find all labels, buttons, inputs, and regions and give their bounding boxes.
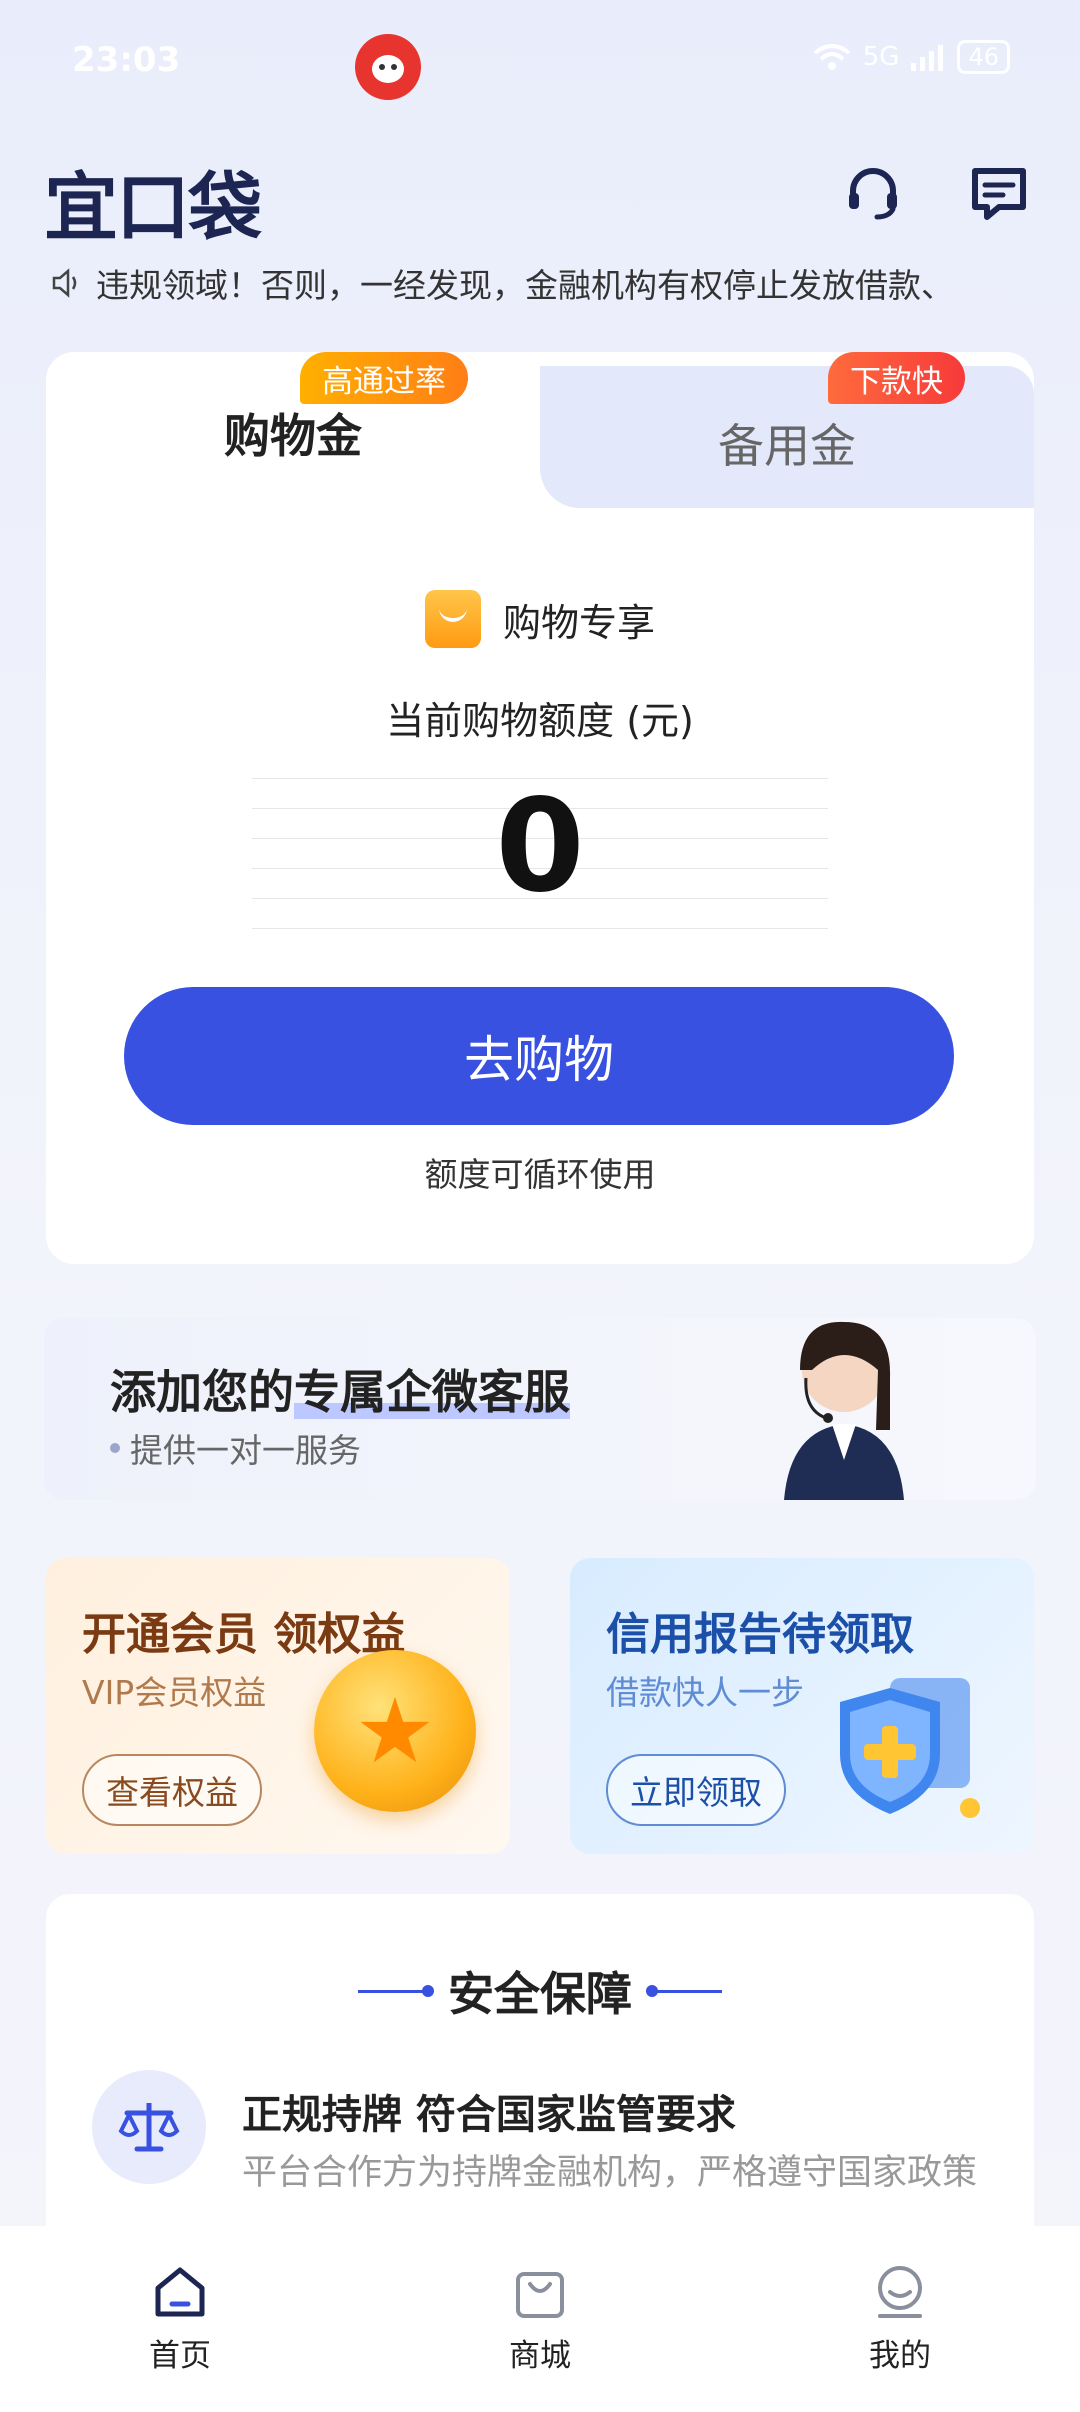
vip-subtitle: VIP会员权益 [82,1673,267,1712]
nav-mall[interactable]: 商城 [360,2226,720,2412]
network-label: 5G [862,42,900,72]
service-subtitle: 提供一对一服务 [130,1431,361,1470]
status-time: 23:03 [72,40,181,80]
customer-service-icon[interactable] [840,160,906,226]
gold-star-coin-icon: ★ [314,1650,476,1812]
credit-report-subtitle: 借款快人一步 [606,1673,804,1712]
safety-title-row: 安全保障 [46,1958,1034,2024]
app-notification-icon [355,34,421,100]
service-subtitle-row: 提供一对一服务 [110,1424,361,1472]
quota-label: 当前购物额度 (元) [386,699,694,743]
notice-marquee[interactable]: 违规领域！否则，一经发现，金融机构有权停止发放借款、 [50,258,1030,308]
tab-shopping-gold[interactable]: 购物金 [46,400,540,466]
safety-section: 安全保障 正规持牌 符合国家监管要求 平台合作方为持牌金融机构，严格遵守国家政策 [46,1894,1034,2254]
service-title-prefix: 添加您的 [110,1365,294,1419]
title-decoration-right [646,1984,722,1997]
battery-icon: 46 [957,40,1010,74]
app-logo: 宜口袋 [44,165,262,251]
shield-plus-icon [840,1678,980,1818]
wecom-service-banner[interactable]: 添加您的专属企微客服 提供一对一服务 [44,1318,1036,1500]
customer-agent-avatar [784,1321,904,1500]
bullet-dot [110,1443,120,1453]
nav-mine-label: 我的 [869,2338,931,2374]
status-indicators: 5G 46 [813,40,1010,74]
tab-reserve-fund[interactable]: 备用金 [540,410,1034,476]
vip-promo-card[interactable]: 开通会员 领权益 VIP会员权益 查看权益 ★ [46,1558,510,1854]
notice-text: 违规领域！否则，一经发现，金融机构有权停止发放借款、 [96,266,954,305]
vip-title: 开通会员 领权益 [82,1609,406,1660]
credit-report-title: 信用报告待领取 [606,1609,914,1660]
quota-amount: 0 [495,772,585,921]
nav-home[interactable]: 首页 [0,2226,360,2412]
signal-icon [911,45,944,71]
shopping-exclusive-label: 购物专享 [502,600,655,645]
user-icon [878,2266,922,2318]
safety-title: 安全保障 [448,1967,632,2021]
credit-report-promo-card[interactable]: 信用报告待领取 借款快人一步 立即领取 [570,1558,1034,1854]
balance-scale-icon [92,2070,206,2184]
wifi-icon [813,44,851,70]
badge-high-pass-rate: 高通过率 [300,352,468,404]
shopping-bag-nav-icon [516,2272,564,2318]
badge-fast-loan: 下款快 [828,352,965,404]
service-title-highlight: 专属企微客服 [294,1365,570,1419]
service-title: 添加您的专属企微客服 [110,1356,570,1422]
shopping-exclusive-row: 购物专享 [46,590,1034,648]
credit-card-panel: 购物金 备用金 高通过率 下款快 购物专享 当前购物额度 (元) 0 去购物 额… [46,352,1034,1264]
quota-note: 额度可循环使用 [424,1155,656,1194]
nav-mall-label: 商城 [509,2338,571,2374]
nav-mine[interactable]: 我的 [720,2226,1080,2412]
shopping-bag-icon [424,590,481,648]
nav-home-label: 首页 [149,2338,211,2374]
message-icon[interactable] [966,160,1032,226]
home-icon [155,2267,205,2317]
bottom-navigation: 首页 商城 我的 [0,2226,1080,2412]
speaker-icon [52,268,77,298]
view-benefits-button[interactable]: 查看权益 [82,1754,262,1826]
go-shopping-button[interactable]: 去购物 [124,987,954,1125]
safety-description: 平台合作方为持牌金融机构，严格遵守国家政策 [242,2153,978,2193]
safety-heading: 正规持牌 符合国家监管要求 [242,2092,736,2138]
claim-now-button[interactable]: 立即领取 [606,1754,786,1826]
title-decoration-left [358,1984,434,1997]
